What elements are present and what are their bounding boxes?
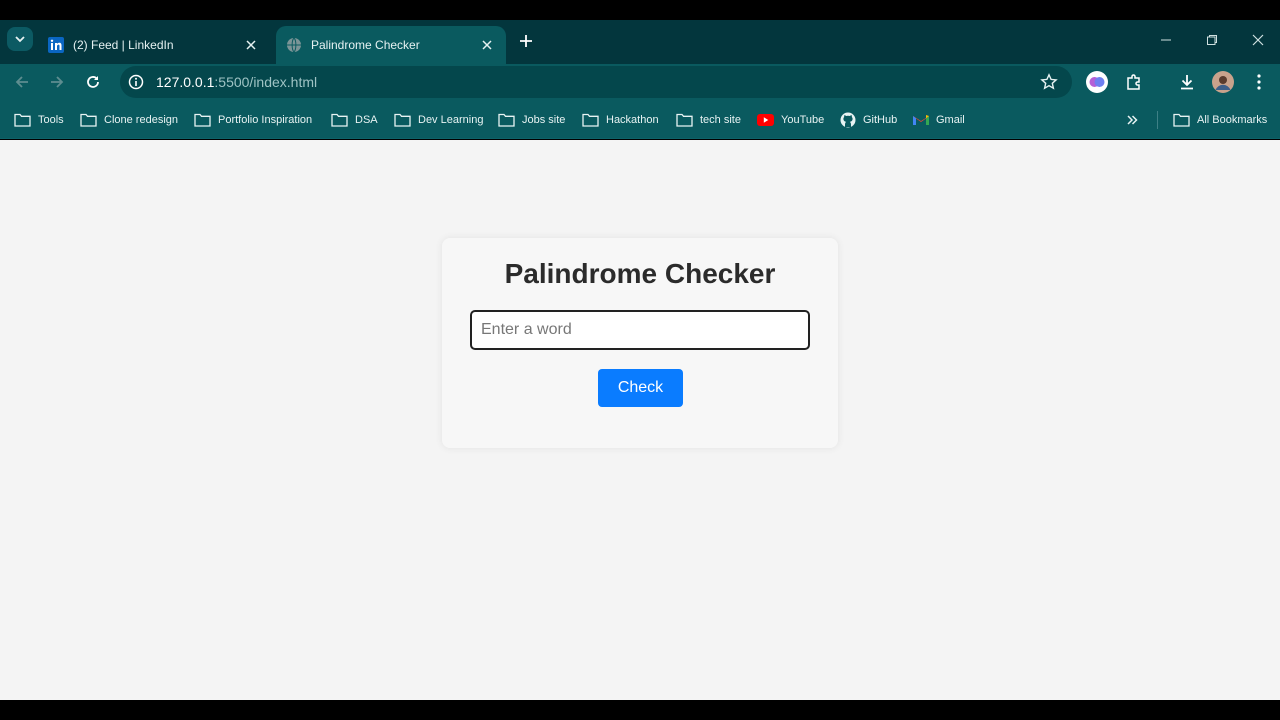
close-icon — [1252, 34, 1264, 46]
bookmark-label: Gmail — [936, 114, 965, 126]
close-tab-icon[interactable] — [242, 36, 260, 54]
bookmark-label: YouTube — [781, 114, 825, 126]
bookmark-gmail[interactable]: Gmail — [913, 111, 965, 129]
bookmark-label: Jobs site — [522, 114, 566, 126]
plus-icon — [520, 35, 532, 47]
bookmark-dev-learning[interactable]: Dev Learning — [394, 111, 483, 129]
download-icon — [1181, 75, 1193, 90]
folder-icon — [1173, 113, 1190, 127]
bookmark-label: Hackathon — [606, 114, 659, 126]
folder-icon — [394, 113, 411, 127]
forward-button[interactable] — [44, 70, 70, 94]
bookmark-label: Clone redesign — [104, 114, 178, 126]
bookmark-jobs-site[interactable]: Jobs site — [498, 111, 565, 129]
avatar-icon — [1212, 71, 1234, 93]
gmail-icon — [913, 115, 929, 125]
folder-icon — [676, 113, 693, 127]
minimize-button[interactable] — [1152, 28, 1180, 52]
url-path: :5500/index.html — [214, 74, 318, 90]
screen-top-border — [0, 0, 1280, 20]
kebab-menu-icon — [1257, 74, 1261, 90]
folder-icon — [331, 113, 348, 127]
address-bar[interactable]: 127.0.0.1:5500/index.html — [120, 66, 1072, 98]
extensions-button[interactable] — [1122, 70, 1146, 94]
reload-icon — [87, 76, 99, 88]
globe-icon — [287, 37, 301, 53]
url-host: 127.0.0.1 — [156, 74, 215, 90]
folder-icon — [14, 113, 31, 127]
downloads-button[interactable] — [1175, 70, 1199, 94]
minimize-icon — [1161, 39, 1171, 41]
tab-strip: (2) Feed | LinkedIn Palindrome Checker — [0, 20, 1280, 64]
bookmark-portfolio-inspiration[interactable]: Portfolio Inspiration — [194, 111, 312, 129]
browser-toolbar: 127.0.0.1:5500/index.html — [0, 64, 1280, 100]
tab-title: (2) Feed | LinkedIn — [73, 38, 174, 52]
bookmark-youtube[interactable]: YouTube — [757, 111, 824, 129]
tab-linkedin[interactable]: (2) Feed | LinkedIn — [38, 26, 270, 64]
tab-title: Palindrome Checker — [311, 38, 420, 52]
close-tab-icon[interactable] — [478, 36, 496, 54]
more-bookmarks-button[interactable] — [1126, 111, 1145, 129]
screen-bottom-border — [0, 700, 1280, 720]
arrow-left-icon — [15, 76, 28, 88]
browser-menu-button[interactable] — [1247, 70, 1271, 94]
folder-icon — [80, 113, 97, 127]
bookmark-label: GitHub — [863, 114, 898, 126]
page-title: Palindrome Checker — [504, 258, 776, 289]
site-info-icon[interactable] — [128, 74, 144, 90]
bookmark-github[interactable]: GitHub — [840, 111, 897, 129]
extension-ai-button[interactable] — [1085, 70, 1109, 94]
bookmark-label: Tools — [38, 114, 64, 126]
close-window-button[interactable] — [1244, 28, 1272, 52]
bookmark-tech-site[interactable]: tech site — [676, 111, 741, 129]
bookmark-label: Dev Learning — [418, 114, 484, 126]
bookmark-star-icon[interactable] — [1040, 73, 1058, 91]
page-viewport: Palindrome Checker Check — [0, 140, 1280, 700]
profile-avatar[interactable] — [1211, 70, 1235, 94]
folder-icon — [498, 113, 515, 127]
brain-extension-icon — [1086, 71, 1108, 93]
chevron-down-icon — [15, 36, 25, 43]
bookmark-label: DSA — [355, 114, 378, 126]
bookmark-label: All Bookmarks — [1197, 114, 1268, 126]
tab-palindrome-checker[interactable]: Palindrome Checker — [276, 26, 506, 64]
folder-icon — [582, 113, 599, 127]
restore-icon — [1207, 35, 1217, 45]
youtube-icon — [757, 114, 774, 126]
folder-icon — [194, 113, 211, 127]
restore-button[interactable] — [1198, 28, 1226, 52]
all-bookmarks-button[interactable]: All Bookmarks — [1173, 111, 1267, 129]
bookmark-label: Portfolio Inspiration — [218, 114, 313, 126]
bookmark-clone-redesign[interactable]: Clone redesign — [80, 111, 178, 129]
new-tab-button[interactable] — [515, 30, 537, 52]
bookmark-dsa[interactable]: DSA — [331, 111, 378, 129]
arrow-right-icon — [51, 76, 64, 88]
linkedin-icon — [48, 37, 64, 53]
back-button[interactable] — [9, 70, 35, 94]
tab-search-button[interactable] — [7, 27, 33, 51]
reload-button[interactable] — [80, 70, 106, 94]
bookmark-label: tech site — [700, 114, 741, 126]
puzzle-icon — [1127, 74, 1140, 90]
word-input[interactable] — [470, 310, 810, 350]
bookmark-hackathon[interactable]: Hackathon — [582, 111, 659, 129]
bookmark-tools[interactable]: Tools — [14, 111, 64, 129]
bookmarks-divider — [1157, 111, 1158, 129]
check-button[interactable]: Check — [598, 369, 683, 407]
double-chevron-right-icon — [1127, 115, 1138, 125]
palindrome-card: Palindrome Checker Check — [442, 238, 838, 448]
url-text: 127.0.0.1:5500/index.html — [156, 74, 317, 90]
github-icon — [840, 112, 856, 128]
bookmarks-bar: Tools Clone redesign Portfolio Inspirati… — [0, 100, 1280, 139]
